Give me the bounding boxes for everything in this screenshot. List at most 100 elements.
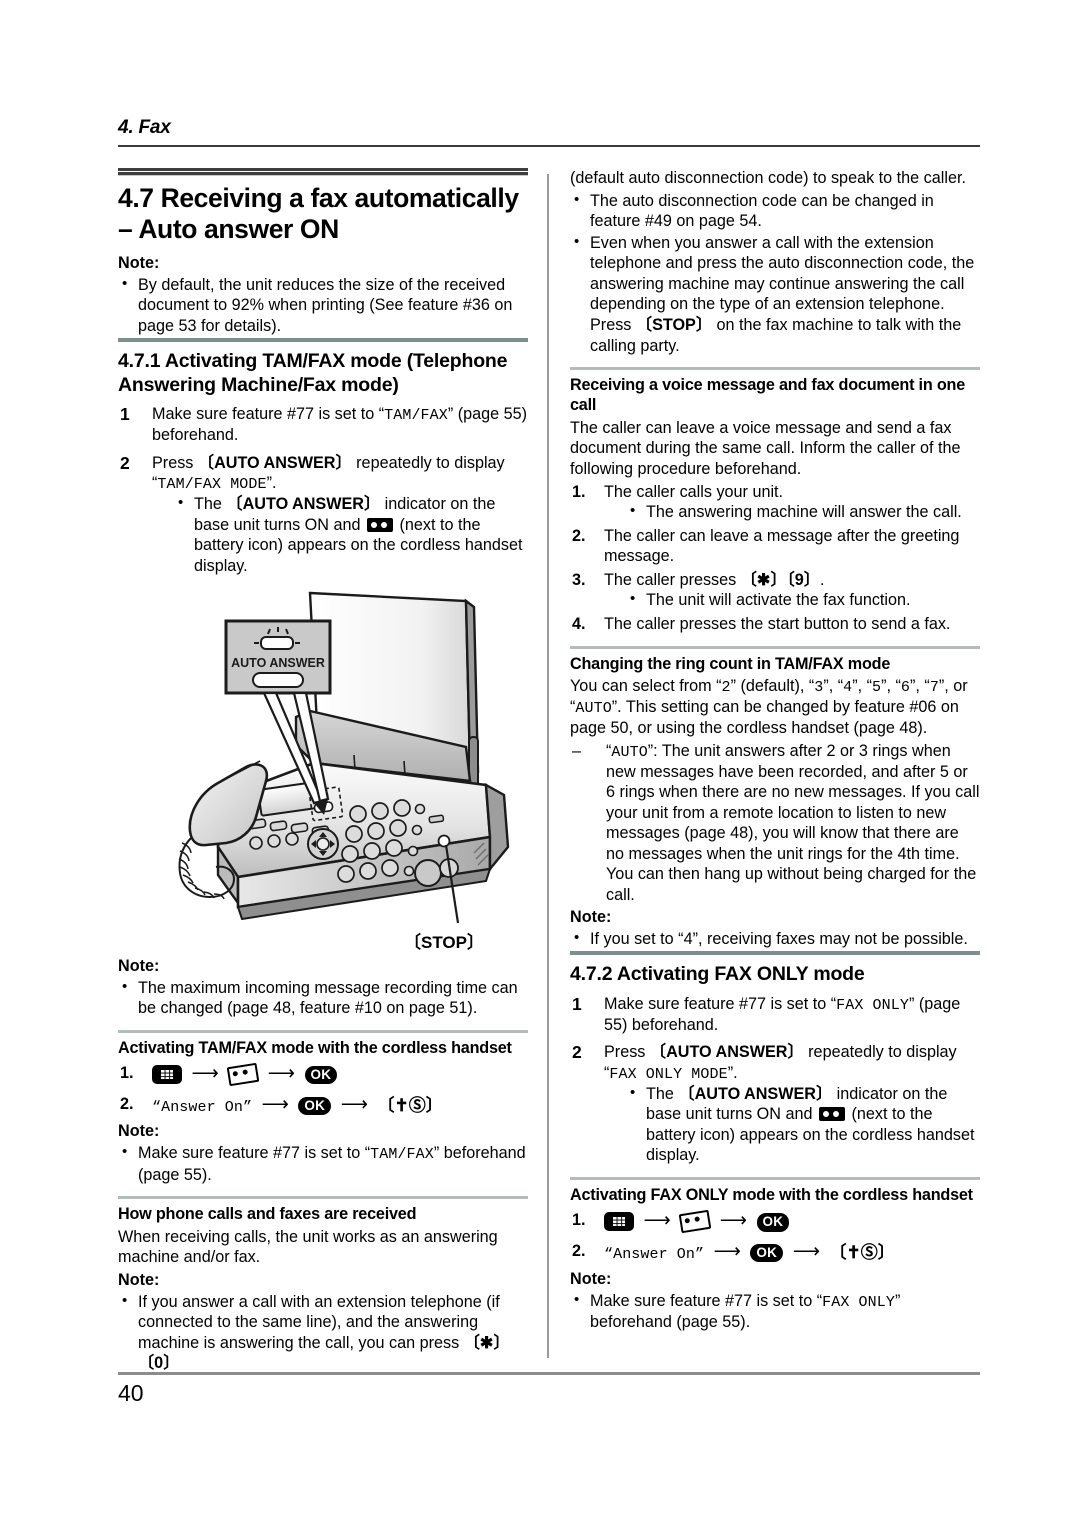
step-1: The caller calls your unit. The answerin…: [570, 482, 980, 523]
ok-icon: OK: [298, 1096, 332, 1115]
section-rule-major: [118, 168, 528, 176]
list-item: Make sure feature #77 is set to “FAX ONL…: [570, 1290, 980, 1333]
ring-option-6: 7: [929, 678, 939, 696]
note-pre: Make sure feature #77 is set to “: [138, 1144, 371, 1163]
tamfax-steps: Make sure feature #77 is set to “TAM/FAX…: [118, 403, 528, 576]
ring-count-body: You can select from “2” (default), “3”, …: [570, 676, 980, 739]
sub-text-a: The: [646, 1084, 679, 1103]
auto-answer-key: 〔AUTO ANSWER〕: [649, 1043, 804, 1062]
ok-icon: OK: [304, 1066, 338, 1085]
list-item: The maximum incoming message recording t…: [118, 977, 528, 1019]
list-item: If you answer a call with an extension t…: [118, 1291, 528, 1374]
how-received-body: When receiving calls, the unit works as …: [118, 1227, 498, 1267]
text-mid-1: ” (default), “: [730, 676, 815, 695]
subsection-rule: [570, 951, 980, 956]
step-number: 2.: [572, 1241, 586, 1260]
note-label: Note:: [118, 1270, 160, 1289]
list-item: Even when you answer a call with the ext…: [570, 232, 980, 356]
running-head-rule: [118, 144, 980, 147]
star-nine-key: 〔✱〕〔9〕: [740, 570, 820, 589]
ring-option-2: 3: [814, 678, 824, 696]
note-label: Note:: [570, 907, 612, 926]
list-item: By default, the unit reduces the size of…: [118, 274, 528, 337]
ring-option-1: 2: [721, 678, 731, 696]
fax-only-title: 4.7.2 Activating FAX ONLY mode: [570, 963, 865, 986]
two-column-body: 4.7 Receiving a fax automatically – Auto…: [118, 168, 980, 1372]
note-mono: FAX ONLY: [822, 1293, 895, 1311]
step-2-text-pre: Press: [152, 453, 198, 472]
step-3-sub-bullets: The unit will activate the fax function.: [604, 589, 980, 611]
list-item: The 〔AUTO ANSWER〕 indicator on the base …: [626, 1083, 980, 1166]
note-label: Note:: [118, 956, 160, 975]
step-1-mono: FAX ONLY: [836, 996, 909, 1014]
manual-page: 4. Fax 4.7 Receiving a fax automatically…: [0, 0, 1080, 1528]
fax-machine-svg: AUTO ANSWER: [178, 591, 510, 923]
callout-label: AUTO ANSWER: [231, 656, 325, 670]
fax-only-cordless-step-1: 1. ⟶ ⟶ OK: [570, 1207, 980, 1235]
step-text-post: .: [819, 570, 825, 589]
step-1: Make sure feature #77 is set to “TAM/FAX…: [118, 403, 528, 446]
cordless-block-title: Activating TAM/FAX mode with the cordles…: [118, 1038, 512, 1057]
step-number: 1.: [572, 1211, 586, 1230]
list-item: “AUTO”: The unit answers after 2 or 3 ri…: [570, 741, 980, 906]
fax-only-cordless-title: Activating FAX ONLY mode with the cordle…: [570, 1186, 973, 1205]
step-2-sub-bullets: The 〔AUTO ANSWER〕 indicator on the base …: [604, 1083, 980, 1166]
text-post: ”. This setting can be changed by featur…: [570, 697, 959, 737]
step-number: 2.: [120, 1094, 134, 1113]
block-rule: [118, 1196, 528, 1200]
step-1-text-pre: Make sure feature #77 is set to “: [604, 994, 837, 1013]
continuation-lead: (default auto disconnection code) to spe…: [570, 169, 966, 187]
running-head-title: 4. Fax: [118, 117, 171, 138]
note-text: If you answer a call with an extension t…: [138, 1292, 500, 1352]
ring-option-3: 4: [843, 678, 853, 696]
step-4: The caller presses the start button to s…: [572, 614, 951, 634]
step-3: The caller presses 〔✱〕〔9〕. The unit will…: [570, 570, 980, 611]
ring-option-7: AUTO: [575, 699, 612, 717]
step-1-text-pre: Make sure feature #77 is set to “: [152, 405, 385, 424]
list-item: The auto disconnection code can be chang…: [570, 190, 980, 232]
cassette-icon: [818, 1107, 845, 1122]
fax-only-steps: Make sure feature #77 is set to “FAX ONL…: [570, 993, 980, 1166]
step-1: Make sure feature #77 is set to “FAX ONL…: [570, 993, 980, 1036]
cassette-icon: [679, 1210, 712, 1233]
step-2: The caller can leave a message after the…: [572, 526, 960, 566]
cordless-step-2: 2. “Answer On” ⟶ OK ⟶ 〔✝Ⓢ〕: [118, 1091, 528, 1119]
subsection-title: 4.7.1 Activating TAM/FAX mode (Telephone…: [118, 350, 508, 396]
text-mid-5: ”, “: [910, 676, 930, 695]
step-2: Press 〔AUTO ANSWER〕 repeatedly to displa…: [570, 1041, 980, 1166]
cassette-icon: [366, 517, 393, 532]
list-item: Make sure feature #77 is set to “TAM/FAX…: [118, 1142, 528, 1185]
note-label: Note:: [118, 1122, 160, 1141]
ring-count-title: Changing the ring count in TAM/FAX mode: [570, 654, 891, 673]
voice-and-fax-steps: The caller calls your unit. The answerin…: [570, 482, 980, 635]
text-mid-2: ”, “: [823, 676, 844, 695]
footer-rule: [118, 1372, 980, 1375]
ok-icon: OK: [750, 1243, 784, 1263]
left-column: 4.7 Receiving a fax automatically – Auto…: [118, 168, 528, 1372]
sub-text-a: The: [194, 495, 227, 514]
auto-answer-key: 〔AUTO ANSWER〕: [226, 495, 381, 514]
cassette-icon: [227, 1063, 260, 1086]
stop-label: 〔STOP〕: [404, 932, 484, 952]
page-title: 4.7 Receiving a fax automatically – Auto…: [118, 183, 519, 245]
list-item: If you set to “4”, receiving faxes may n…: [570, 928, 980, 950]
subsection-rule: [118, 338, 528, 343]
arrow-icon: ⟶: [643, 1210, 671, 1232]
step-number: 1.: [120, 1064, 134, 1083]
note-list: By default, the unit reduces the size of…: [118, 274, 528, 337]
note-mono: TAM/FAX: [370, 1146, 434, 1164]
navigator-key: [307, 827, 339, 860]
stop-key: 〔STOP〕: [635, 315, 713, 334]
arrow-icon: ⟶: [267, 1063, 295, 1085]
arrow-icon: ⟶: [340, 1093, 368, 1115]
list-item: The 〔AUTO ANSWER〕 indicator on the base …: [174, 493, 528, 576]
note-list: Make sure feature #77 is set to “FAX ONL…: [570, 1290, 980, 1333]
step-2-text-post: ”.: [266, 474, 277, 493]
block-rule: [570, 367, 980, 371]
voice-and-fax-title: Receiving a voice message and fax docume…: [570, 376, 966, 415]
step-text: The caller calls your unit.: [604, 482, 784, 501]
answer-on-text: “Answer On”: [152, 1098, 253, 1116]
fax-machine-illustration: AUTO ANSWER 〔STOP〕: [118, 585, 528, 955]
menu-icon: [604, 1212, 634, 1232]
auto-answer-key: 〔AUTO ANSWER〕: [197, 453, 352, 472]
